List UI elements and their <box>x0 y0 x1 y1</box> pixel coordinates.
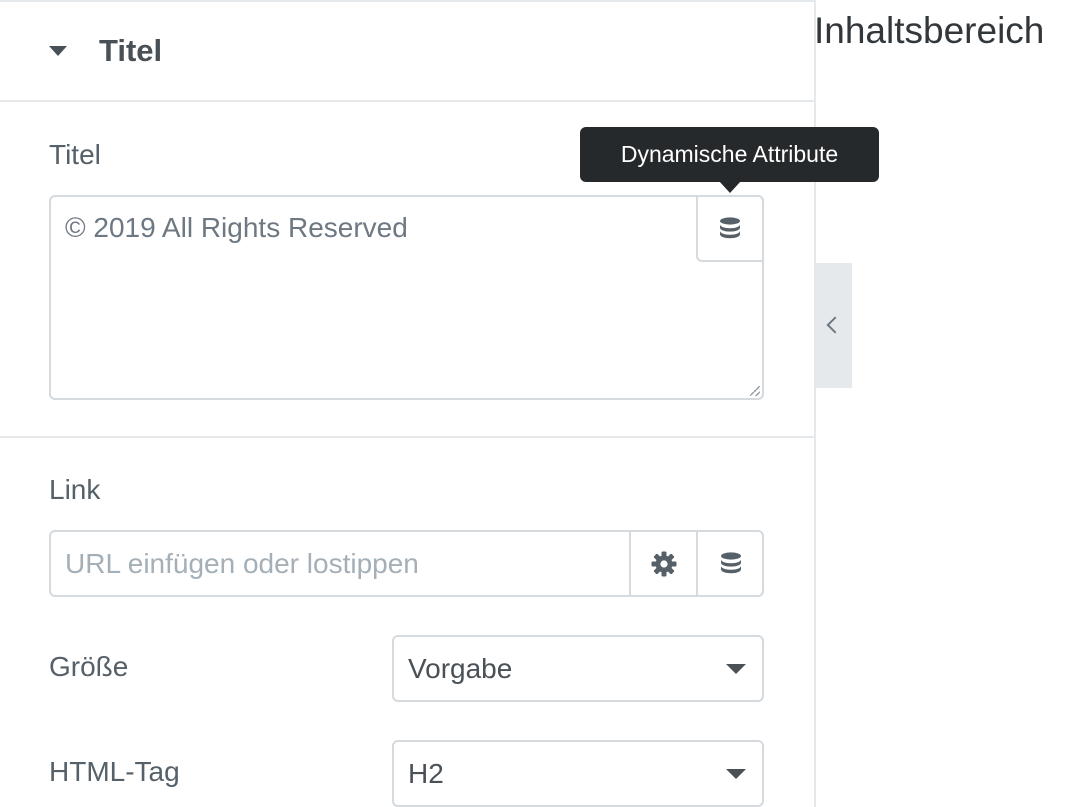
database-icon <box>721 551 741 573</box>
link-field-group <box>49 530 764 597</box>
title-textarea[interactable]: © 2019 All Rights Reserved <box>49 195 764 400</box>
caret-down-icon <box>49 46 67 56</box>
panel-collapse-button[interactable] <box>816 263 852 388</box>
chevron-left-icon <box>826 316 844 334</box>
title-field-label: Titel <box>49 139 101 170</box>
database-icon <box>720 216 740 238</box>
canvas-title: Inhaltsbereich <box>814 10 1045 51</box>
size-select[interactable]: Vorgabe <box>392 635 764 702</box>
html-tag-field-label: HTML-Tag <box>49 756 180 787</box>
resize-grip-icon[interactable] <box>750 386 760 396</box>
chevron-down-icon <box>726 664 746 674</box>
section-header-titel[interactable]: Titel <box>0 2 814 102</box>
editor-panel: Titel Titel © 2019 All Rights Reserved L… <box>0 0 816 807</box>
html-tag-select[interactable]: H2 <box>392 740 764 807</box>
title-textarea-value[interactable]: © 2019 All Rights Reserved <box>65 211 408 245</box>
html-tag-select-value: H2 <box>408 758 444 789</box>
section-divider <box>0 436 814 438</box>
section-title: Titel <box>99 33 163 68</box>
link-url-input[interactable] <box>51 532 629 595</box>
dynamic-tags-button[interactable] <box>696 195 764 262</box>
tooltip-arrow <box>719 181 741 193</box>
chevron-down-icon <box>726 769 746 779</box>
link-field-label: Link <box>49 474 101 505</box>
size-field-label: Größe <box>49 651 129 682</box>
size-select-value: Vorgabe <box>408 653 513 684</box>
dynamic-attributes-tooltip: Dynamische Attribute <box>580 127 879 182</box>
link-options-button[interactable] <box>629 532 697 595</box>
gear-icon <box>651 551 677 576</box>
link-dynamic-tags-button[interactable] <box>696 532 764 595</box>
